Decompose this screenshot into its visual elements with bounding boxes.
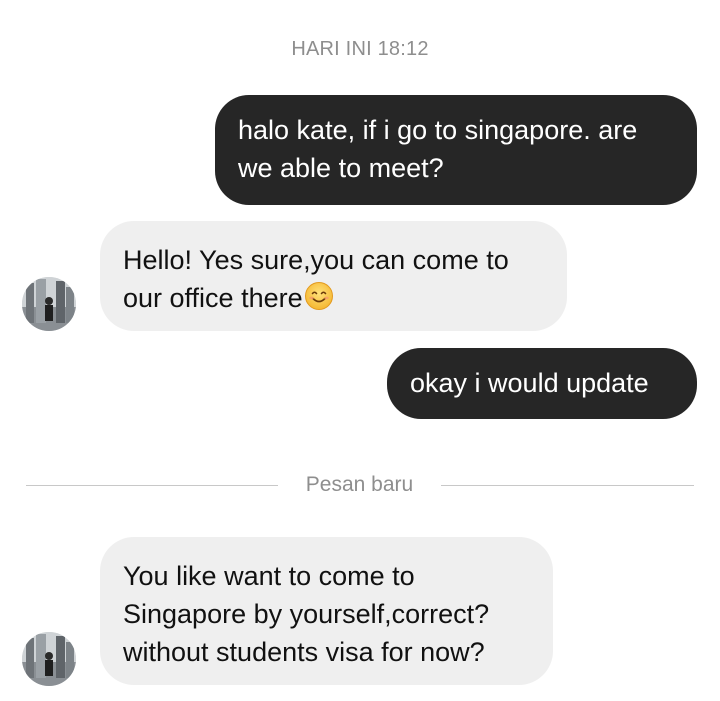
divider-line: [441, 485, 694, 486]
avatar-photo: [22, 277, 76, 331]
smiling-face-icon: [304, 281, 334, 311]
divider-line: [26, 485, 278, 486]
outgoing-message-bubble[interactable]: okay i would update: [387, 348, 697, 419]
contact-avatar[interactable]: [22, 632, 76, 686]
new-messages-divider-label: Pesan baru: [305, 473, 414, 496]
conversation-timestamp: HARI INI 18:12: [291, 38, 429, 60]
incoming-message-bubble[interactable]: Hello! Yes sure,you can come to our offi…: [100, 221, 567, 331]
outgoing-message-bubble[interactable]: halo kate, if i go to singapore. are we …: [215, 95, 697, 205]
avatar-photo: [22, 632, 76, 686]
incoming-message-bubble[interactable]: You like want to come to Singapore by yo…: [100, 537, 553, 685]
contact-avatar[interactable]: [22, 277, 76, 331]
